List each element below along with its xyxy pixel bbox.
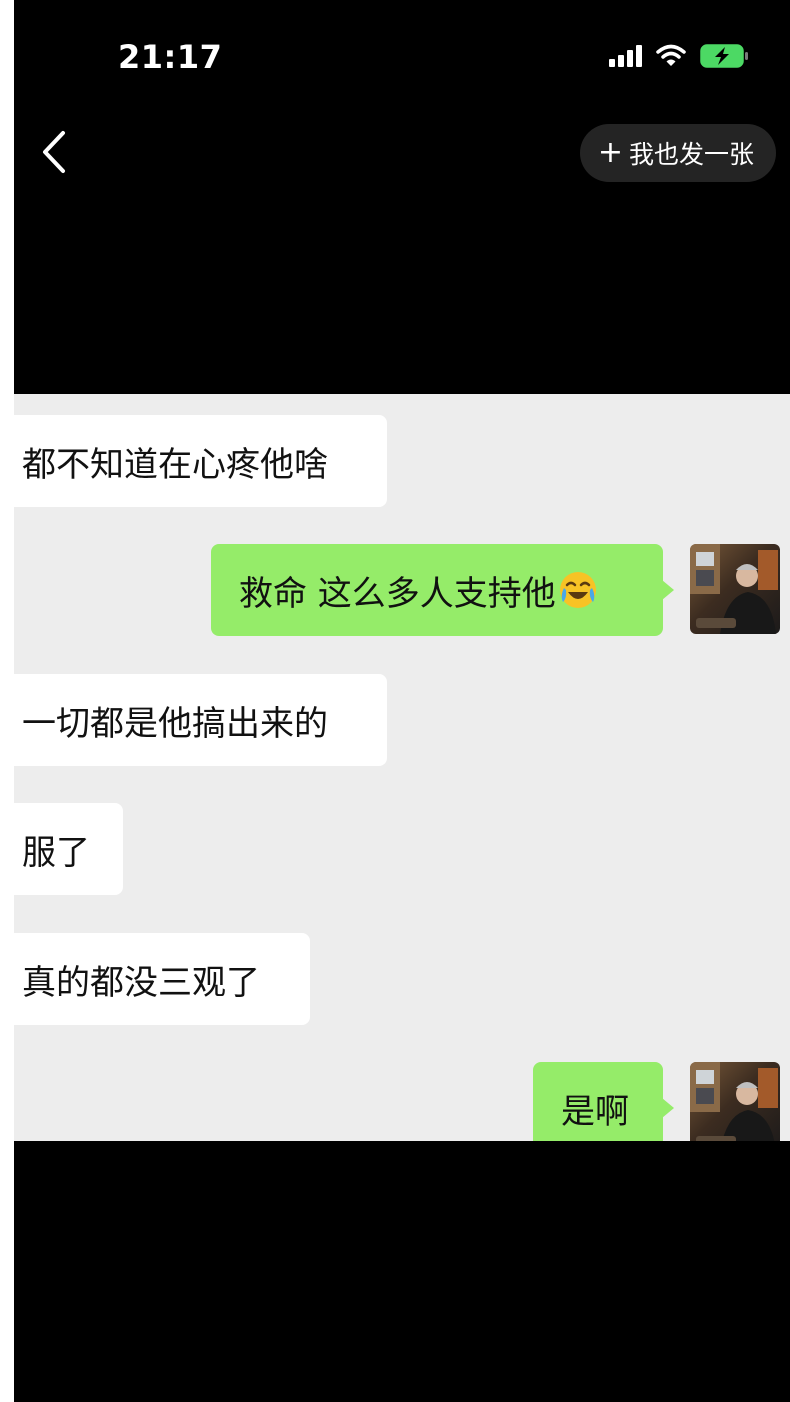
avatar	[690, 544, 780, 634]
status-bar: 21:17	[14, 0, 790, 110]
message-text: 一切都是他搞出来的	[22, 703, 328, 744]
avatar	[690, 1062, 780, 1141]
message-bubble-incoming: 都不知道在心疼他啥	[14, 415, 387, 507]
message-bubble-outgoing: 是啊	[533, 1062, 674, 1141]
back-button[interactable]	[32, 126, 76, 178]
message-text: 真的都没三观了	[22, 962, 260, 1003]
post-too-button[interactable]: + 我也发一张	[579, 124, 776, 182]
message-bubble-incoming: 服了	[14, 803, 123, 895]
message-bubble-outgoing: 救命 这么多人支持他	[211, 544, 674, 636]
message-bubble-incoming: 真的都没三观了	[14, 933, 310, 1025]
message-text: 救命 这么多人支持他	[239, 573, 556, 614]
battery-charging-icon	[700, 44, 748, 68]
phone-screen: 21:17 + 我也发一张 都不知道在心疼他啥 救命 这么多人支持他 一切都是他…	[14, 0, 790, 1402]
chat-screenshot: 都不知道在心疼他啥 救命 这么多人支持他 一切都是他搞出来的 服了 真的都没三观…	[14, 394, 790, 1141]
bottom-area	[14, 1141, 790, 1402]
crying-laughing-emoji-icon	[558, 570, 598, 610]
post-too-label: 我也发一张	[628, 140, 754, 169]
wifi-icon	[656, 44, 686, 66]
cellular-signal-icon	[609, 45, 642, 67]
message-text: 是啊	[561, 1091, 629, 1132]
message-text: 都不知道在心疼他啥	[22, 444, 328, 485]
plus-icon: +	[597, 135, 623, 170]
chevron-left-icon	[43, 131, 65, 173]
message-text: 服了	[22, 832, 90, 873]
message-bubble-incoming: 一切都是他搞出来的	[14, 674, 387, 766]
nav-bar: + 我也发一张	[14, 110, 790, 200]
status-time: 21:17	[118, 38, 223, 76]
status-icons	[609, 44, 750, 68]
